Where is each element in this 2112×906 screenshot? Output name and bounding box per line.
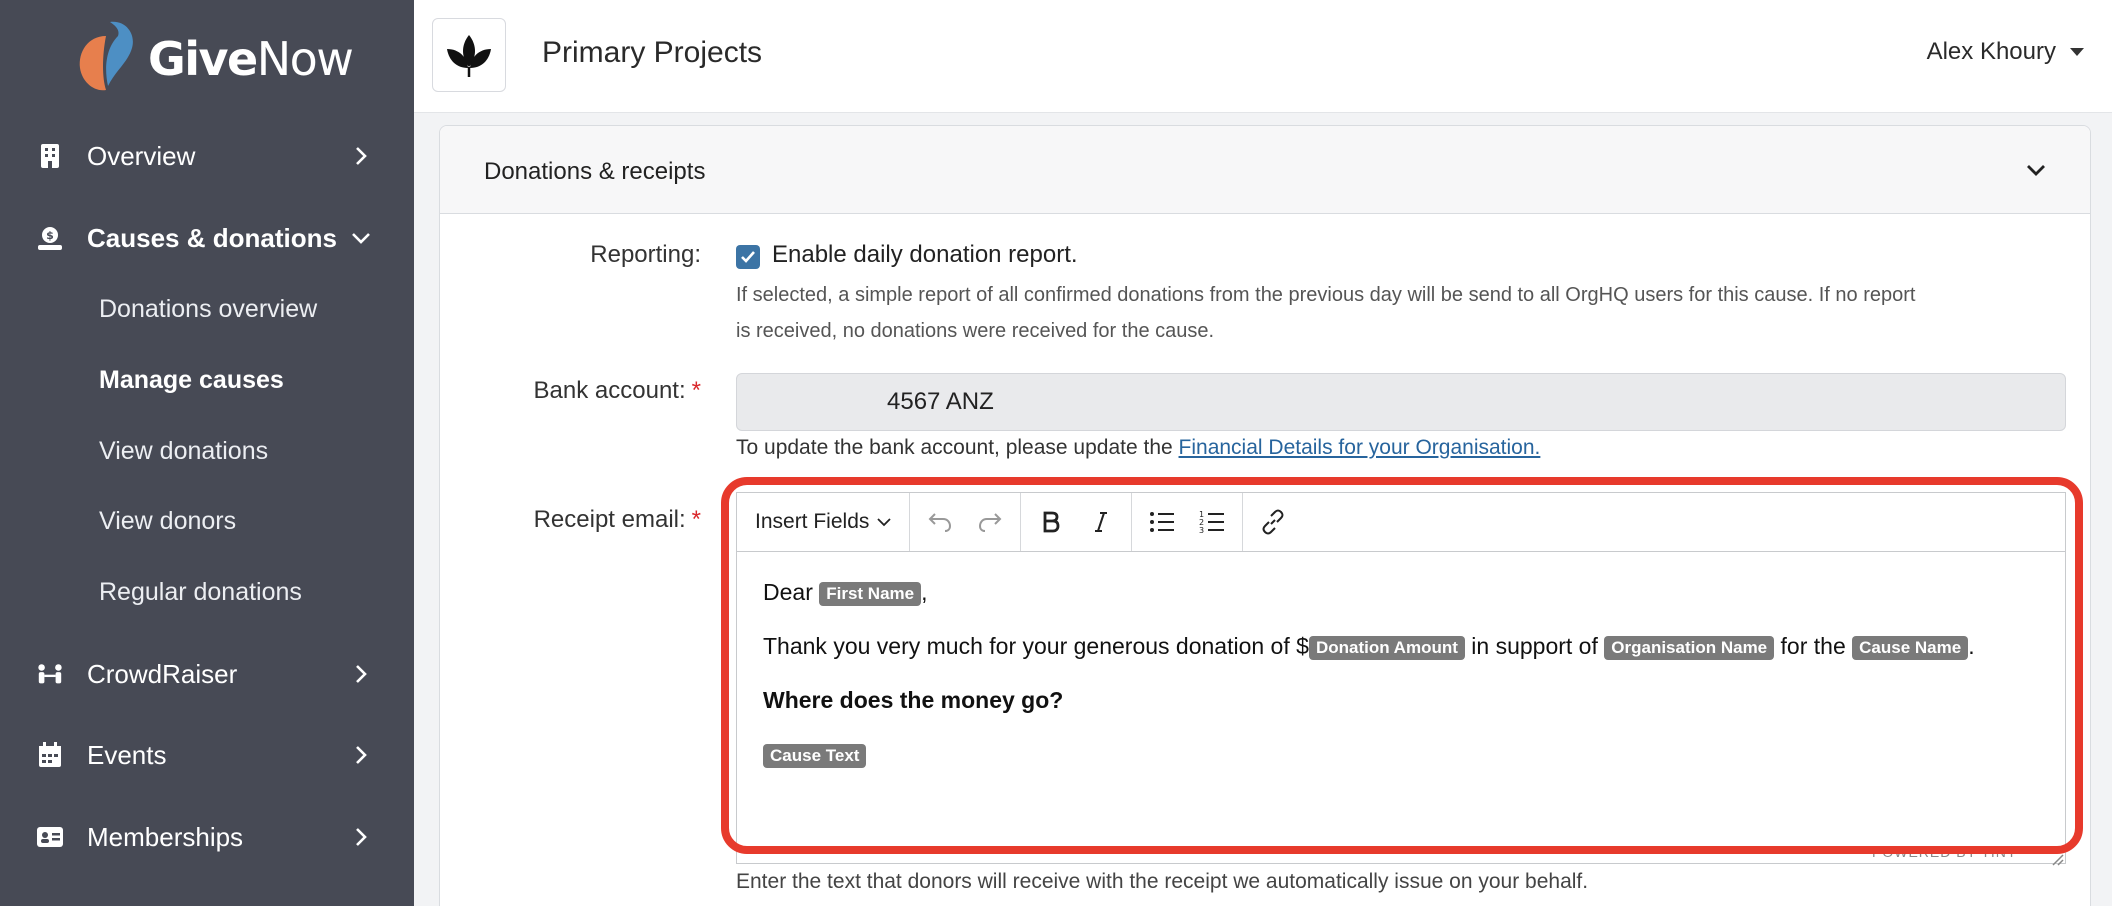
sidebar-item-memberships[interactable]: Memberships — [0, 805, 414, 869]
toolbar-group-format — [1021, 493, 1133, 551]
receipt-email-label: Receipt email: * — [533, 506, 701, 533]
editor-content[interactable]: Dear First Name, Thank you very much for… — [737, 552, 2065, 816]
sidebar-subitem-view-donations[interactable]: View donations — [99, 431, 268, 471]
numbered-list-icon: 123 — [1199, 510, 1225, 534]
receipt-email-editor[interactable]: Insert Fields 123 Dear First Name , Than… — [736, 492, 2066, 864]
bullet-list-icon — [1150, 512, 1175, 532]
user-menu[interactable]: Alex Khoury — [1927, 38, 2084, 66]
financial-details-link[interactable]: Financial Details for your Organisation. — [1179, 436, 1541, 459]
bold-icon — [1043, 511, 1060, 533]
building-icon — [36, 142, 64, 170]
organisation-name-field-tag[interactable]: Organisation Name — [1604, 635, 1775, 660]
powered-by-tiny[interactable]: POWERED BY TINY — [1872, 844, 2017, 860]
undo-icon — [928, 513, 952, 532]
chevron-right-icon — [356, 746, 367, 764]
resize-handle-icon[interactable] — [2050, 852, 2064, 866]
sidebar-item-overview[interactable]: Overview — [0, 124, 414, 188]
numbered-list-button[interactable]: 123 — [1190, 500, 1234, 544]
sidebar-item-crowdraiser[interactable]: CrowdRaiser — [0, 642, 414, 706]
reporting-label: Reporting: — [590, 241, 701, 268]
caret-down-icon — [2070, 48, 2084, 56]
brand-name: GiveNow — [148, 32, 354, 86]
italic-icon — [1095, 512, 1108, 532]
reporting-help-line2: is received, no donations were received … — [736, 320, 1215, 342]
chevron-right-icon — [356, 665, 367, 683]
italic-button[interactable] — [1079, 500, 1123, 544]
thanks-paragraph: Thank you very much for your generous do… — [763, 633, 1975, 660]
bold-button[interactable] — [1029, 500, 1073, 544]
money-heading: Where does the money go? — [763, 687, 1064, 713]
card-title: Donations & receipts — [484, 158, 706, 185]
calendar-icon — [36, 741, 64, 769]
org-logo[interactable] — [432, 18, 506, 92]
daily-report-checkbox[interactable] — [736, 245, 760, 269]
people-icon — [36, 660, 64, 688]
svg-text:$: $ — [46, 229, 54, 242]
chevron-down-icon[interactable] — [2024, 158, 2048, 182]
svg-text:3: 3 — [1199, 526, 1204, 534]
reporting-help-line1: If selected, a simple report of all conf… — [736, 284, 1916, 306]
bank-account-label: Bank account: * — [533, 377, 701, 404]
donation-amount-field-tag[interactable]: Donation Amount — [1308, 635, 1465, 660]
sidebar-subitem-view-donors[interactable]: View donors — [99, 501, 236, 541]
sidebar: GiveNow Overview $ Causes & donations Do… — [0, 0, 414, 906]
sidebar-subitem-manage-causes[interactable]: Manage causes — [99, 360, 284, 400]
redo-button[interactable] — [968, 500, 1012, 544]
daily-report-label[interactable]: Enable daily donation report. — [772, 241, 1078, 269]
bullet-list-button[interactable] — [1140, 500, 1184, 544]
donation-icon: $ — [36, 224, 64, 252]
receipt-email-help: Enter the text that donors will receive … — [736, 870, 1589, 893]
insert-link-button[interactable] — [1251, 500, 1295, 544]
toolbar-group-link — [1243, 493, 1303, 551]
toolbar-group-lists: 123 — [1132, 493, 1244, 551]
chevron-down-icon — [877, 518, 892, 527]
lotus-icon — [447, 35, 491, 77]
first-name-field-tag[interactable]: First Name — [819, 581, 922, 606]
chevron-right-icon — [356, 147, 367, 165]
sidebar-item-events[interactable]: Events — [0, 723, 414, 787]
chevron-right-icon — [356, 828, 367, 846]
toolbar-group-fields: Insert Fields — [737, 493, 911, 551]
sidebar-subitem-donations-overview[interactable]: Donations overview — [99, 289, 317, 329]
redo-icon — [979, 513, 1002, 532]
givenow-logo[interactable]: GiveNow — [76, 16, 354, 96]
user-name: Alex Khoury — [1926, 38, 2056, 65]
sidebar-subitem-regular-donations[interactable]: Regular donations — [99, 572, 302, 612]
bank-account-help: To update the bank account, please updat… — [736, 436, 1541, 459]
cause-name-field-tag[interactable]: Cause Name — [1852, 635, 1969, 660]
checkmark-icon — [741, 251, 755, 263]
link-icon — [1262, 509, 1284, 535]
cause-text-paragraph: Cause Text — [763, 738, 2039, 770]
card-header[interactable]: Donations & receipts — [440, 126, 2090, 214]
insert-fields-dropdown[interactable]: Insert Fields — [745, 510, 901, 534]
undo-button[interactable] — [918, 500, 962, 544]
toolbar-group-history — [910, 493, 1022, 551]
page-title: Primary Projects — [542, 36, 763, 69]
editor-toolbar: Insert Fields 123 — [737, 493, 2065, 552]
givenow-heart-icon — [79, 21, 133, 91]
bank-account-field: 4567 ANZ — [736, 373, 2066, 431]
cause-text-field-tag[interactable]: Cause Text — [763, 743, 867, 768]
greeting-paragraph: Dear First Name, — [763, 579, 928, 606]
top-header: Primary Projects Alex Khoury — [414, 0, 2112, 113]
id-card-icon — [36, 823, 64, 851]
